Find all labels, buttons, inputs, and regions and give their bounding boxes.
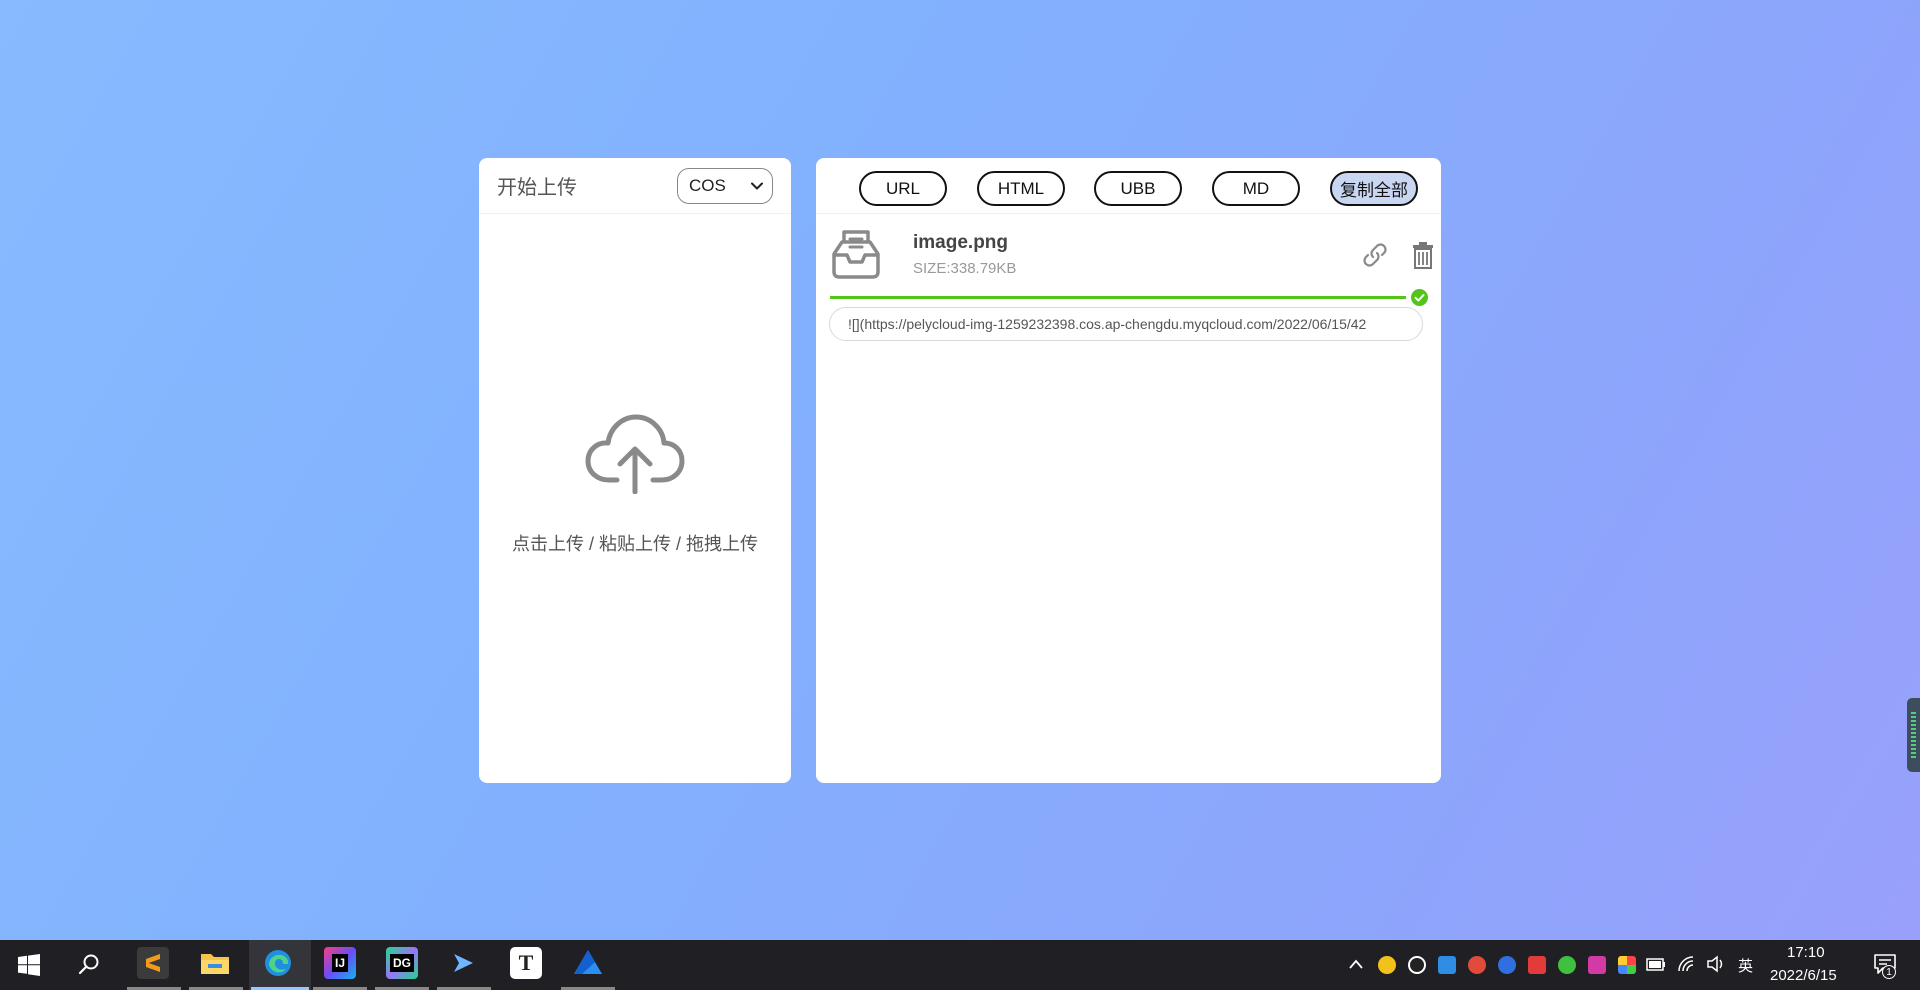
chevron-down-icon [751,182,763,189]
copy-all-button[interactable]: 复制全部 [1330,171,1418,206]
notification-badge: 1 [1882,965,1896,979]
storage-select-value: COS [689,175,726,195]
battery-icon[interactable] [1646,958,1666,971]
tray-app-icon[interactable] [1528,956,1546,974]
typora-icon[interactable]: T [510,947,542,979]
intellij-idea-icon[interactable]: IJ [324,947,356,979]
clock-date[interactable]: 2022/6/15 [1770,967,1837,984]
tray-app-icon[interactable] [1438,956,1456,974]
format-toolbar: URL HTML UBB MD 复制全部 [816,158,1441,214]
tray-app-icon[interactable] [1618,956,1636,974]
upload-dropzone[interactable]: 点击上传 / 粘贴上传 / 拖拽上传 [479,214,791,783]
upload-progress-bar [830,296,1406,299]
upload-progress-fill [830,296,1406,299]
format-md-button[interactable]: MD [1212,171,1300,206]
file-name: image.png [913,232,1009,253]
file-item: image.png SIZE:338.79KB [830,228,1433,288]
upload-panel-header: 开始上传 COS [479,158,791,214]
tray-app-icon[interactable] [1378,956,1396,974]
side-widget[interactable] [1907,698,1920,772]
format-html-button[interactable]: HTML [977,171,1065,206]
terminal-icon[interactable] [448,947,480,979]
qq-icon[interactable] [1408,956,1426,974]
wifi-icon[interactable] [1677,955,1697,973]
file-size: SIZE:338.79KB [913,260,1017,277]
weibo-icon[interactable] [1468,956,1486,974]
taskbar: IJ DG T 英 17:10 2022/6/15 1 [0,940,1920,990]
link-icon[interactable] [1362,242,1388,268]
storage-select[interactable]: COS [677,167,773,204]
upload-panel: 开始上传 COS 点击上传 / 粘贴上传 / 拖拽上传 [479,158,791,783]
datagrip-icon[interactable]: DG [386,947,418,979]
check-circle-icon [1411,289,1428,306]
clock-time[interactable]: 17:10 [1787,944,1825,961]
chevron-up-icon[interactable] [1348,958,1364,970]
cloud-upload-icon [585,414,685,494]
inbox-file-icon [832,230,880,279]
side-widget-meter [1911,712,1916,758]
tray-app-icon[interactable] [1498,956,1516,974]
wechat-icon[interactable] [1558,956,1576,974]
volume-icon[interactable] [1706,955,1726,973]
app-icon[interactable] [572,947,604,979]
tray-app-icon[interactable] [1588,956,1606,974]
trash-icon[interactable] [1412,241,1434,269]
format-url-button[interactable]: URL [859,171,947,206]
result-panel: URL HTML UBB MD 复制全部 image.png SIZE:338.… [816,158,1441,783]
format-ubb-button[interactable]: UBB [1094,171,1182,206]
sublime-text-icon[interactable] [137,947,169,979]
file-explorer-icon[interactable] [199,947,231,979]
ime-indicator[interactable]: 英 [1738,955,1753,976]
windows-start-icon[interactable] [18,954,40,976]
search-icon[interactable] [78,953,100,975]
edge-browser-icon[interactable] [262,947,294,979]
link-output-field[interactable]: ![](https://pelycloud-img-1259232398.cos… [829,307,1423,341]
upload-panel-title: 开始上传 [497,177,577,199]
upload-hint: 点击上传 / 粘贴上传 / 拖拽上传 [511,533,758,554]
